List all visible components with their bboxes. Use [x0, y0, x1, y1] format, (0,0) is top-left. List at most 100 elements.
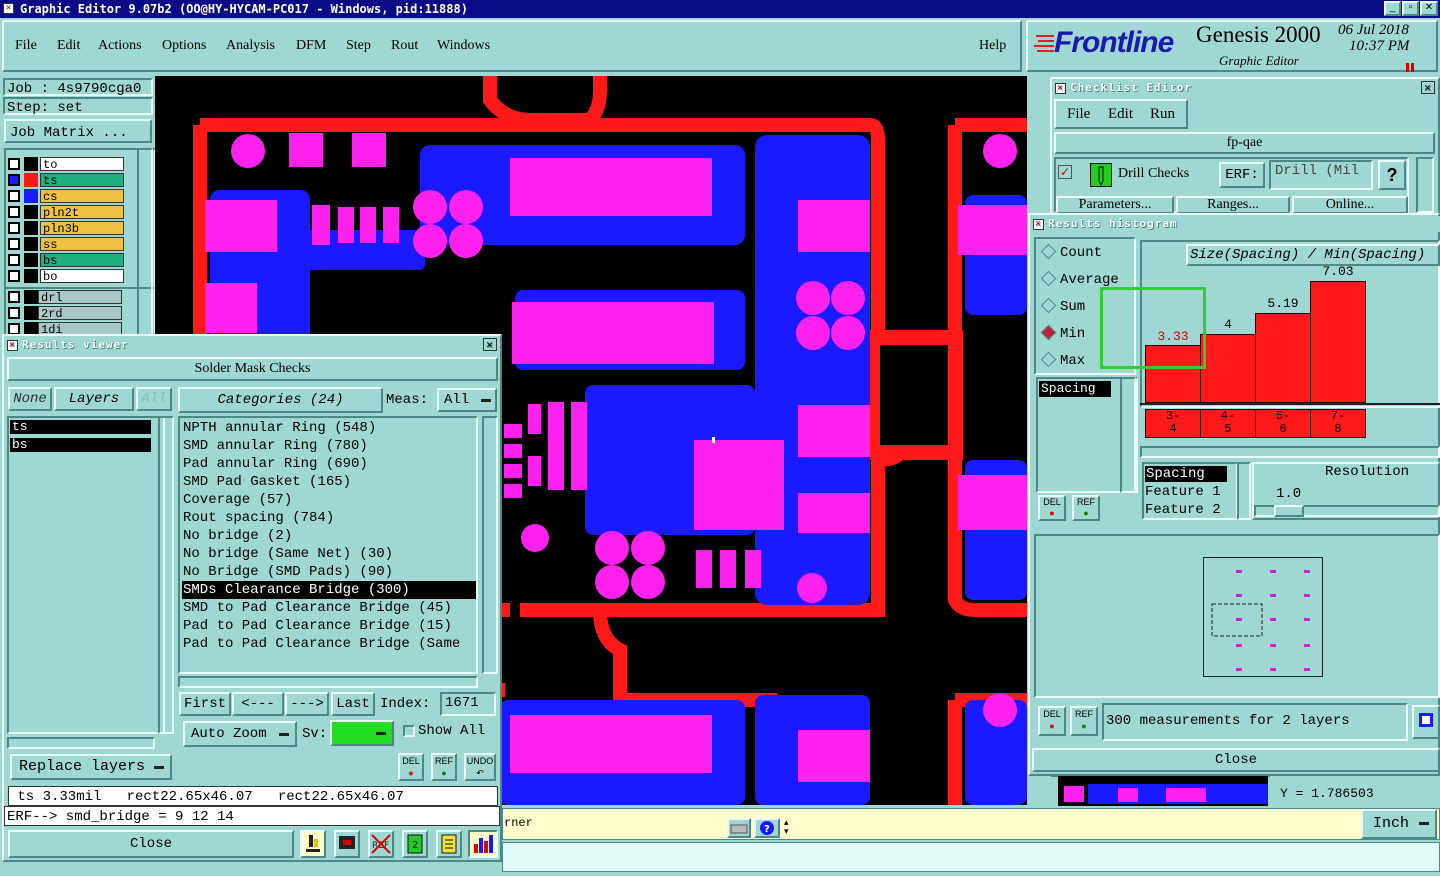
sv-color-dropdown[interactable]: [330, 720, 394, 746]
layer-row-ts[interactable]: ts: [8, 173, 124, 188]
results-layer-item[interactable]: bs: [10, 438, 151, 452]
histogram-del-button[interactable]: DEL ●: [1038, 495, 1066, 521]
layer-row-bo[interactable]: bo: [8, 269, 124, 284]
last-button[interactable]: Last: [331, 692, 375, 716]
parameters-button[interactable]: Parameters...: [1056, 196, 1174, 214]
ranges-button[interactable]: Ranges...: [1176, 196, 1290, 214]
report-icon[interactable]: [436, 830, 462, 858]
category-item[interactable]: Coverage (57): [182, 491, 476, 509]
layer-checkbox[interactable]: [8, 222, 20, 234]
mode-radio-max[interactable]: Max: [1040, 351, 1085, 369]
histogram-close-button[interactable]: Close: [1032, 748, 1440, 772]
checklist-menu-edit[interactable]: Edit: [1108, 106, 1133, 123]
menu-file[interactable]: File: [15, 38, 37, 54]
maximize-button[interactable]: ▫: [1402, 1, 1419, 16]
help-icon[interactable]: ?: [754, 818, 780, 838]
show-all-checkbox[interactable]: [403, 725, 415, 737]
histogram-hscrollbar[interactable]: [1140, 446, 1440, 458]
erf-input[interactable]: Drill (Mil: [1269, 160, 1373, 190]
layer-checkbox[interactable]: [8, 174, 20, 186]
category-item[interactable]: Rout spacing (784): [182, 509, 476, 527]
layer-row-to[interactable]: to: [8, 157, 124, 172]
layer-row-cs[interactable]: cs: [8, 189, 124, 204]
spacing-scrollbar[interactable]: [1120, 377, 1136, 493]
category-item[interactable]: Pad to Pad Clearance Bridge (15): [182, 617, 476, 635]
histogram-bar[interactable]: [1200, 334, 1256, 403]
checklist-close-icon[interactable]: ✕: [1421, 81, 1435, 94]
checklist-menu-file[interactable]: File: [1067, 106, 1090, 123]
summary-ref-button[interactable]: REF ●: [1070, 706, 1098, 736]
del-button[interactable]: DEL ●: [398, 753, 424, 781]
category-item[interactable]: SMD to Pad Clearance Bridge (45): [182, 599, 476, 617]
help-question-icon[interactable]: ?: [1378, 160, 1406, 190]
feature-scrollbar[interactable]: [1237, 462, 1251, 520]
checklist-menu-run[interactable]: Run: [1150, 106, 1175, 123]
layer-list-hscrollbar[interactable]: [7, 737, 155, 749]
layer-checkbox[interactable]: [8, 190, 20, 202]
layer-checkbox[interactable]: [8, 254, 20, 266]
menu-analysis[interactable]: Analysis: [226, 38, 275, 54]
category-item[interactable]: SMD annular Ring (780): [182, 437, 476, 455]
step-sequence-icon[interactable]: 2: [402, 830, 428, 858]
categories-button[interactable]: Categories (24): [178, 387, 383, 413]
menu-step[interactable]: Step: [346, 38, 371, 54]
category-item[interactable]: Pad annular Ring (690): [182, 455, 476, 473]
mode-radio-count[interactable]: Count: [1040, 243, 1102, 261]
category-scrollbar[interactable]: [482, 416, 498, 674]
layer-checkbox[interactable]: [8, 291, 20, 303]
auto-zoom-dropdown[interactable]: Auto Zoom: [183, 721, 297, 747]
layer-checkbox[interactable]: [8, 158, 20, 170]
histogram-ref-button[interactable]: REF ●: [1072, 495, 1100, 521]
index-input[interactable]: 1671: [440, 692, 496, 716]
layer-row-2rd[interactable]: 2rd: [8, 306, 124, 321]
histogram-bar[interactable]: [1310, 281, 1366, 403]
command-line[interactable]: [502, 842, 1440, 872]
category-item[interactable]: No bridge (2): [182, 527, 476, 545]
layer-row-ss[interactable]: ss: [8, 237, 124, 252]
job-matrix-button[interactable]: Job Matrix ...: [4, 119, 152, 143]
category-item[interactable]: No Bridge (SMD Pads) (90): [182, 563, 476, 581]
menu-dfm[interactable]: DFM: [296, 38, 326, 54]
category-item[interactable]: SMD Pad Gasket (165): [182, 473, 476, 491]
next-button[interactable]: --->: [285, 692, 329, 716]
mode-radio-sum[interactable]: Sum: [1040, 297, 1085, 315]
layer-checkbox[interactable]: [8, 270, 20, 282]
ref-disable-icon[interactable]: REF: [368, 830, 394, 858]
layer-list-scrollbar[interactable]: [158, 416, 174, 734]
category-item[interactable]: NPTH annular Ring (548): [182, 419, 476, 437]
menu-edit[interactable]: Edit: [57, 38, 80, 54]
minimize-button[interactable]: _: [1384, 1, 1401, 16]
layer-scrollbar[interactable]: [137, 148, 153, 336]
monitor-icon[interactable]: [334, 830, 360, 858]
feature-item[interactable]: Feature 1: [1145, 484, 1221, 500]
menu-rout[interactable]: Rout: [391, 38, 418, 54]
mode-radio-average[interactable]: Average: [1040, 270, 1119, 288]
category-item[interactable]: No bridge (Same Net) (30): [182, 545, 476, 563]
check-enabled-checkbox[interactable]: ✓: [1058, 165, 1072, 179]
chart-view-icon[interactable]: [1412, 705, 1440, 739]
all-button[interactable]: All: [136, 387, 172, 411]
checklist-scrollbar[interactable]: [1416, 157, 1434, 213]
none-button[interactable]: None: [8, 387, 52, 411]
category-item[interactable]: SMDs Clearance Bridge (300): [182, 581, 476, 599]
spacing-item[interactable]: Spacing: [1039, 381, 1111, 397]
layers-button[interactable]: Layers: [54, 387, 134, 411]
mode-radio-min[interactable]: Min: [1040, 324, 1085, 342]
replace-layers-dropdown[interactable]: Replace layers: [10, 754, 172, 780]
meas-dropdown[interactable]: All: [437, 388, 497, 412]
results-layer-item[interactable]: ts: [10, 420, 151, 434]
layer-row-pln2t[interactable]: pln2t: [8, 205, 124, 220]
spin-arrows-icon[interactable]: ▴ ▾: [784, 818, 796, 838]
summary-del-button[interactable]: DEL ●: [1038, 706, 1066, 736]
category-item[interactable]: Pad to Pad Clearance Bridge (Same: [182, 635, 476, 653]
prev-button[interactable]: <---: [232, 692, 284, 716]
layer-checkbox[interactable]: [8, 307, 20, 319]
units-dropdown[interactable]: Inch: [1361, 809, 1437, 839]
menu-help[interactable]: Help: [979, 38, 1006, 54]
resolution-slider-thumb[interactable]: [1274, 505, 1304, 517]
results-viewer-close-icon[interactable]: ✕: [483, 338, 497, 351]
layers-toggle-icon[interactable]: [300, 830, 326, 858]
menu-actions[interactable]: Actions: [98, 38, 142, 54]
first-button[interactable]: First: [179, 692, 231, 716]
feature-item[interactable]: Feature 2: [1145, 502, 1221, 518]
